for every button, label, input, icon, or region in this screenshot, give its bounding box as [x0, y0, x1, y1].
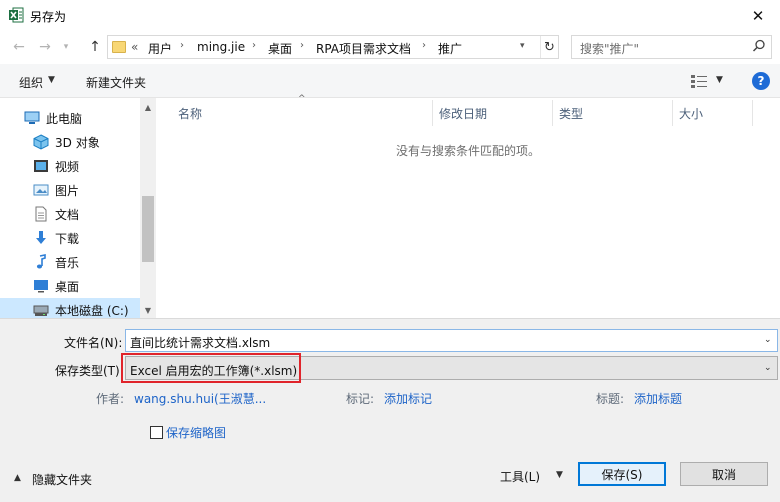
nav-item-label: 文档 — [55, 207, 80, 222]
tools-button[interactable]: 工具(L) — [500, 468, 540, 485]
chevron-down-icon[interactable]: ▼ — [48, 75, 55, 85]
breadcrumb-separator-icon[interactable]: › — [180, 40, 184, 51]
filename-label: 文件名(N): — [64, 336, 123, 350]
author-value[interactable]: wang.shu.hui(王淑慧... — [134, 390, 266, 407]
breadcrumb-item[interactable]: 用户 — [148, 40, 172, 57]
tags-label: 标记: — [346, 392, 375, 406]
column-divider[interactable] — [672, 100, 673, 126]
author-label: 作者: — [96, 392, 125, 406]
chevron-up-icon[interactable]: ▲ — [14, 473, 21, 483]
chevron-down-icon[interactable]: ▼ — [716, 75, 723, 85]
nav-item-label: 图片 — [55, 183, 80, 198]
desktop-icon — [34, 280, 48, 293]
nav-item-label: 下载 — [55, 231, 80, 246]
column-divider[interactable] — [432, 100, 433, 126]
title-value[interactable]: 添加标题 — [634, 390, 682, 407]
chevron-down-icon[interactable]: ▾ — [58, 36, 74, 58]
nav-item-label: 此电脑 — [46, 111, 83, 126]
sort-ascending-icon: ^ — [298, 94, 306, 104]
breadcrumb-item[interactable]: 桌面 — [268, 40, 292, 57]
window-title: 另存为 — [30, 10, 67, 24]
search-placeholder: 搜索"推广" — [580, 42, 640, 56]
organize-button[interactable]: 组织 — [19, 74, 43, 91]
nav-item-label: 桌面 — [55, 279, 80, 294]
document-icon — [35, 206, 47, 222]
chevron-down-icon[interactable]: ⌄ — [764, 335, 772, 345]
save-button[interactable]: 保存(S) — [578, 462, 666, 486]
breadcrumb-separator-icon[interactable]: › — [252, 40, 256, 51]
download-icon — [36, 231, 46, 244]
nav-item-music[interactable]: 音乐 — [0, 250, 140, 274]
empty-state-message: 没有与搜索条件匹配的项。 — [395, 144, 540, 158]
save-thumbnail-label[interactable]: 保存缩略图 — [166, 424, 226, 441]
column-header-name[interactable]: 名称 — [178, 105, 202, 122]
help-icon[interactable]: ? — [752, 72, 770, 90]
nav-item-desktop[interactable]: 桌面 — [0, 274, 140, 298]
music-icon — [36, 254, 46, 269]
folder-icon — [112, 41, 126, 53]
breadcrumb-item[interactable]: RPA项目需求文档 — [316, 40, 411, 57]
search-icon[interactable] — [752, 39, 766, 53]
close-button[interactable]: ✕ — [736, 0, 780, 32]
save-thumbnail-checkbox[interactable] — [150, 426, 163, 439]
nav-item-label: 视频 — [55, 159, 80, 174]
scrollbar-thumb[interactable] — [142, 196, 154, 262]
nav-item-3d-objects[interactable]: 3D 对象 — [0, 130, 140, 154]
chevron-down-icon[interactable]: ▼ — [556, 470, 563, 480]
picture-icon — [33, 184, 49, 196]
breadcrumb-item[interactable]: 推广 — [438, 40, 462, 57]
file-type-label: 保存类型(T): — [55, 364, 124, 378]
new-folder-button[interactable]: 新建文件夹 — [86, 74, 146, 91]
computer-icon — [24, 111, 40, 124]
file-list[interactable] — [156, 98, 780, 318]
tags-value[interactable]: 添加标记 — [384, 390, 432, 407]
video-icon — [34, 160, 48, 172]
up-arrow-icon[interactable]: ↑ — [84, 36, 106, 58]
breadcrumb-item[interactable]: ming.jie — [197, 40, 245, 54]
scroll-down-icon[interactable]: ▼ — [140, 303, 156, 317]
breadcrumb-separator-icon[interactable]: › — [300, 40, 304, 51]
annotation-highlight-box — [121, 353, 301, 383]
nav-item-label: 音乐 — [55, 255, 80, 270]
drive-icon — [33, 305, 49, 316]
nav-item-label: 3D 对象 — [55, 135, 100, 150]
address-dropdown-icon[interactable]: ▾ — [520, 41, 525, 51]
column-divider[interactable] — [552, 100, 553, 126]
nav-item-label: 本地磁盘 (C:) — [55, 303, 129, 318]
cancel-button[interactable]: 取消 — [680, 462, 768, 486]
column-header-type[interactable]: 类型 — [559, 105, 583, 122]
nav-item-downloads[interactable]: 下载 — [0, 226, 140, 250]
column-header-size[interactable]: 大小 — [679, 105, 703, 122]
title-bar — [0, 0, 780, 32]
column-header-modified[interactable]: 修改日期 — [439, 105, 487, 122]
chevron-down-icon[interactable]: ⌄ — [764, 363, 772, 373]
nav-item-documents[interactable]: 文档 — [0, 202, 140, 226]
cube-3d-icon — [33, 134, 49, 150]
scroll-up-icon[interactable]: ▲ — [140, 100, 156, 114]
nav-item-pictures[interactable]: 图片 — [0, 178, 140, 202]
breadcrumb-separator-icon[interactable]: › — [422, 40, 426, 51]
excel-icon — [9, 7, 24, 23]
view-options-icon[interactable] — [690, 73, 710, 89]
nav-item-videos[interactable]: 视频 — [0, 154, 140, 178]
title-label: 标题: — [596, 392, 625, 406]
refresh-icon[interactable]: ↻ — [540, 36, 558, 58]
hide-folders-toggle[interactable]: 隐藏文件夹 — [32, 471, 92, 488]
forward-arrow-icon[interactable]: → — [34, 36, 56, 58]
breadcrumb-overflow[interactable]: « — [131, 40, 138, 54]
filename-value[interactable]: 直间比统计需求文档.xlsm — [130, 334, 270, 351]
back-arrow-icon[interactable]: ← — [8, 36, 30, 58]
column-divider[interactable] — [752, 100, 753, 126]
nav-item-this-pc[interactable]: 此电脑 — [0, 106, 140, 130]
